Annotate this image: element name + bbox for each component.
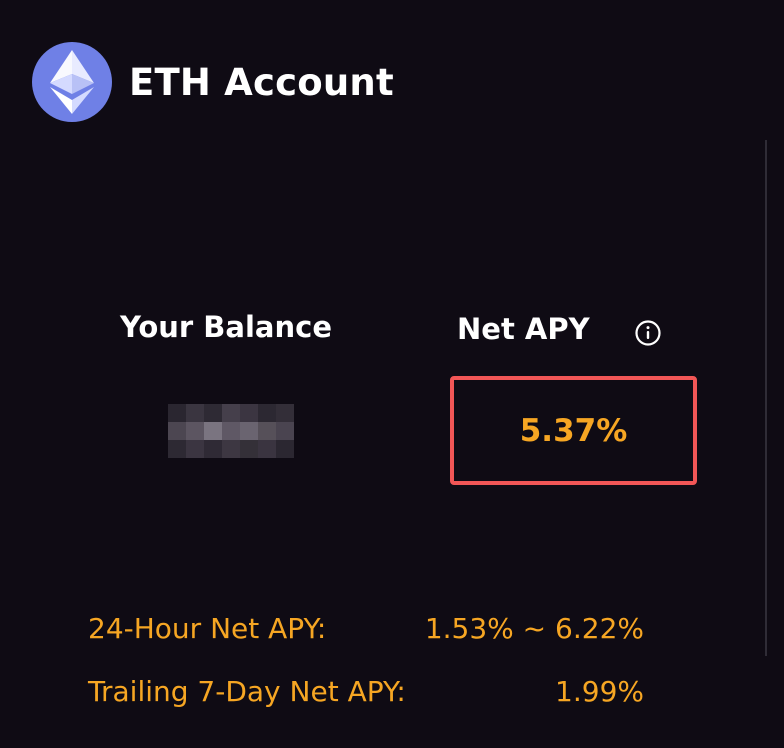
stat-7day-value: 1.99% <box>555 675 644 708</box>
net-apy-value: 5.37% <box>519 412 628 449</box>
ethereum-icon <box>32 42 112 122</box>
net-apy-highlight: 5.37% <box>450 376 697 485</box>
account-header: ETH Account <box>32 42 394 122</box>
stat-24h-value: 1.53% ~ 6.22% <box>424 612 644 645</box>
stat-24h-label: 24-Hour Net APY: <box>88 612 327 645</box>
account-title: ETH Account <box>129 60 394 104</box>
scrollbar-track[interactable] <box>765 140 767 656</box>
balance-value-redacted <box>168 404 294 458</box>
info-icon[interactable] <box>634 319 662 347</box>
balance-label: Your Balance <box>120 310 332 344</box>
stat-7day-label: Trailing 7-Day Net APY: <box>88 675 406 708</box>
net-apy-label: Net APY <box>457 312 590 346</box>
